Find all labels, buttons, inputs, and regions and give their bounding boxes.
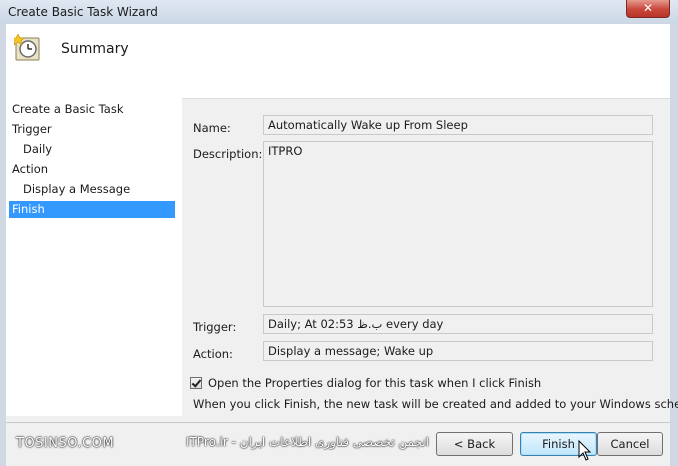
nav-item-trigger[interactable]: Trigger [12, 121, 52, 138]
mouse-cursor-icon [578, 440, 592, 461]
wizard-client-area: Summary Create a Basic Task Trigger Dail… [6, 24, 678, 466]
wizard-header: Summary [6, 24, 670, 99]
back-button[interactable]: < Back [436, 432, 513, 456]
footer-divider [6, 422, 670, 423]
nav-item-finish[interactable]: Finish [9, 201, 175, 218]
name-field[interactable]: Automatically Wake up From Sleep [263, 115, 653, 135]
nav-item-action[interactable]: Action [12, 161, 48, 178]
watermark-itpro: ITPro.ir - انجمن تخصصی فناوری اطلاعات ای… [186, 435, 429, 449]
wizard-steps-nav: Create a Basic Task Trigger Daily Action… [6, 98, 182, 416]
finish-info-text: When you click Finish, the new task will… [193, 397, 678, 411]
trigger-field[interactable]: Daily; At 02:53 ب.ظ every day [263, 314, 653, 334]
nav-item-daily[interactable]: Daily [23, 141, 52, 158]
title-bar: Create Basic Task Wizard ✕ [0, 0, 678, 24]
close-button[interactable]: ✕ [626, 0, 670, 18]
action-label: Action: [193, 347, 233, 361]
open-properties-checkbox[interactable] [190, 377, 202, 389]
description-field[interactable]: ITPRO [263, 141, 653, 307]
action-field[interactable]: Display a message; Wake up [263, 341, 653, 361]
watermark-tosinso: TOSINSO.COM [16, 436, 115, 451]
cancel-button[interactable]: Cancel [597, 432, 663, 456]
open-properties-label[interactable]: Open the Properties dialog for this task… [208, 376, 541, 390]
scheduled-task-icon [14, 34, 40, 61]
window-title: Create Basic Task Wizard [8, 5, 158, 19]
nav-item-display-message[interactable]: Display a Message [23, 181, 130, 198]
trigger-label: Trigger: [193, 320, 237, 334]
description-label: Description: [193, 147, 263, 161]
nav-item-create-basic-task[interactable]: Create a Basic Task [12, 101, 124, 118]
name-label: Name: [193, 121, 231, 135]
page-title: Summary [61, 41, 129, 57]
